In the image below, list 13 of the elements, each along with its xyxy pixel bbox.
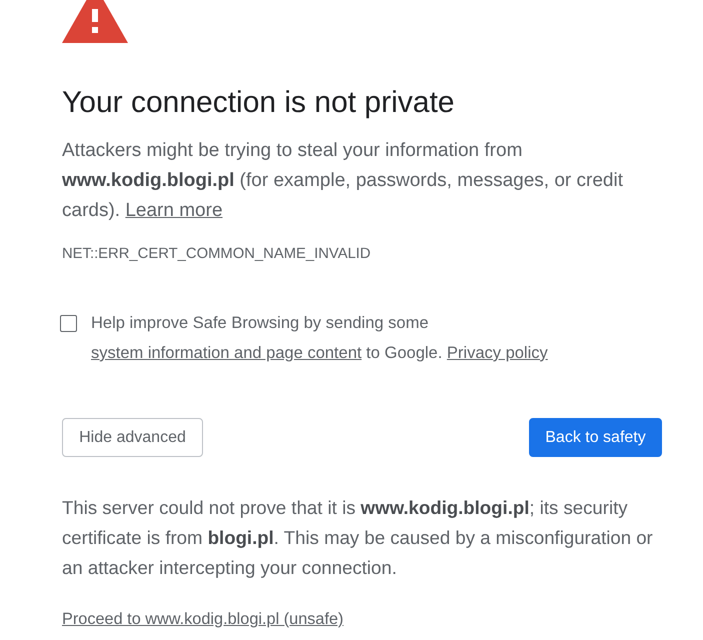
error-code: NET::ERR_CERT_COMMON_NAME_INVALID: [62, 245, 371, 264]
warning-icon: [62, 0, 128, 43]
inline-link[interactable]: Privacy policy: [446, 344, 548, 362]
learn-more-link[interactable]: Learn more: [125, 200, 223, 221]
details-paragraph: This server could not prove that it is www.kodig.blogi.pl; its security certificate is from blogi.pl. This may be caused by a misconfiguration or an attacker intercepting your connection.: [62, 496, 654, 580]
safe-browsing-checkbox[interactable]: [60, 315, 77, 332]
primary-button[interactable]: Back to safety: [529, 418, 662, 457]
page-title: Your connection is not private: [62, 85, 456, 121]
safe-browsing-text: Help improve Safe Browsing by sending some system information and page content to Google. Privacy policy: [91, 313, 549, 364]
proceed-link[interactable]: Proceed to www.kodig.blogi.pl (unsafe): [62, 609, 344, 629]
inline-link[interactable]: system information and page content: [91, 344, 362, 362]
outline-button[interactable]: Hide advanced: [62, 418, 203, 457]
intro-paragraph: Attackers might be trying to steal your information from www.kodig.blogi.pl (for example, passwords, messages, or credit cards). Learn more: [62, 139, 624, 223]
